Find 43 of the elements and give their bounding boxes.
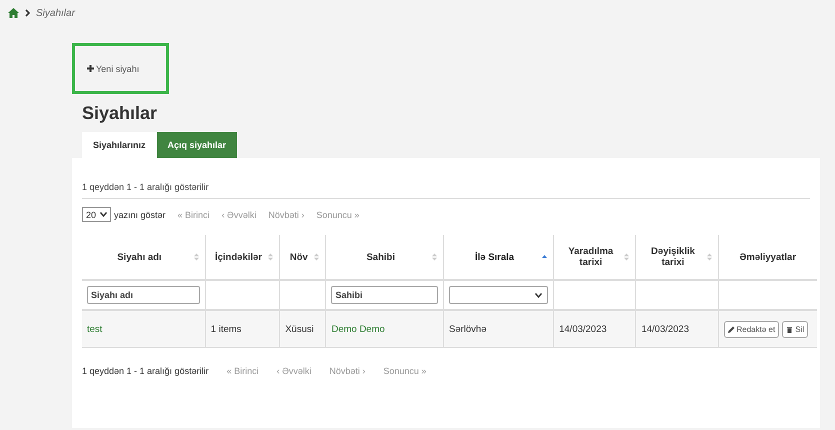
home-icon[interactable] xyxy=(8,8,19,18)
column-header[interactable]: Əməliyyatlar xyxy=(724,252,811,262)
sort-icon[interactable] xyxy=(706,253,712,261)
tab[interactable]: Siyahılarınız xyxy=(82,132,157,158)
chevron-icon xyxy=(25,9,30,17)
sort-icon[interactable] xyxy=(624,253,630,261)
tab[interactable]: Açıq siyahılar xyxy=(156,132,238,158)
column-header[interactable]: Növ xyxy=(286,252,312,262)
caret-icon xyxy=(100,212,108,217)
table-link[interactable]: Demo Demo xyxy=(331,324,385,334)
plus-icon xyxy=(87,65,94,72)
column-header[interactable]: Siyahı adı xyxy=(88,252,191,262)
records-info: 1 qeyddən 1 - 1 aralığı göstərilir xyxy=(82,366,209,376)
column-header[interactable]: İçindəkilər xyxy=(212,252,266,262)
table-cell: Xüsusi xyxy=(285,324,314,334)
sort-icon[interactable] xyxy=(314,253,320,261)
delete-button[interactable]: Sil xyxy=(782,320,808,338)
pencil-icon xyxy=(728,326,734,332)
sort-icon[interactable] xyxy=(268,253,274,261)
filter-field[interactable]: Sahibi xyxy=(331,286,438,304)
filter-field[interactable]: Siyahı adı xyxy=(87,286,200,304)
column-header[interactable]: Dəyişiklik tarixi xyxy=(642,246,704,268)
column-header[interactable]: Sahibi xyxy=(332,252,429,262)
breadcrumb-item[interactable]: Siyahılar xyxy=(36,8,75,18)
sort-ascending-icon[interactable] xyxy=(542,253,548,261)
sort-icon[interactable] xyxy=(432,253,437,261)
edit-button[interactable]: Redaktə et xyxy=(724,320,780,338)
sort-icon[interactable] xyxy=(194,253,199,261)
table-cell: 14/03/2023 xyxy=(641,324,689,334)
page-size-select[interactable]: 20 xyxy=(82,207,112,222)
page-title: Siyahılar xyxy=(82,103,158,124)
table-link[interactable]: test xyxy=(87,324,102,334)
records-info: 1 qeyddən 1 - 1 aralığı göstərilir xyxy=(82,166,810,199)
trash-icon xyxy=(786,326,794,332)
table-cell: Sərlövhə xyxy=(449,324,486,334)
filter-select[interactable] xyxy=(449,286,548,304)
column-header[interactable]: Yaradılma tarixi xyxy=(560,246,622,268)
table-cell: 1 items xyxy=(210,324,242,334)
page-size-label: yazını göstər xyxy=(114,210,166,220)
new-list-button[interactable]: Yeni siyahı xyxy=(85,62,142,76)
caret-icon xyxy=(535,292,542,298)
column-header[interactable]: İlə Sırala xyxy=(450,252,540,262)
table-cell: 14/03/2023 xyxy=(559,324,607,334)
